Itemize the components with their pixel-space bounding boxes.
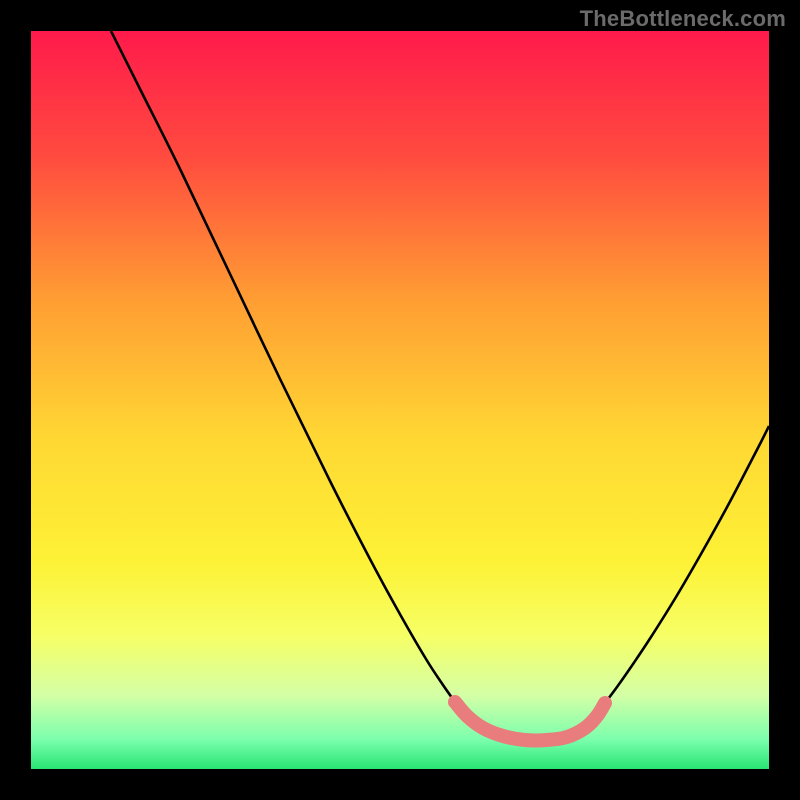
plot-area xyxy=(31,31,769,769)
curve-layer xyxy=(31,31,769,769)
watermark-text: TheBottleneck.com xyxy=(580,6,786,32)
right-rising-curve xyxy=(605,426,769,703)
left-falling-curve xyxy=(111,31,455,702)
chart-stage: TheBottleneck.com xyxy=(0,0,800,800)
bottom-valley-highlight xyxy=(455,702,605,740)
